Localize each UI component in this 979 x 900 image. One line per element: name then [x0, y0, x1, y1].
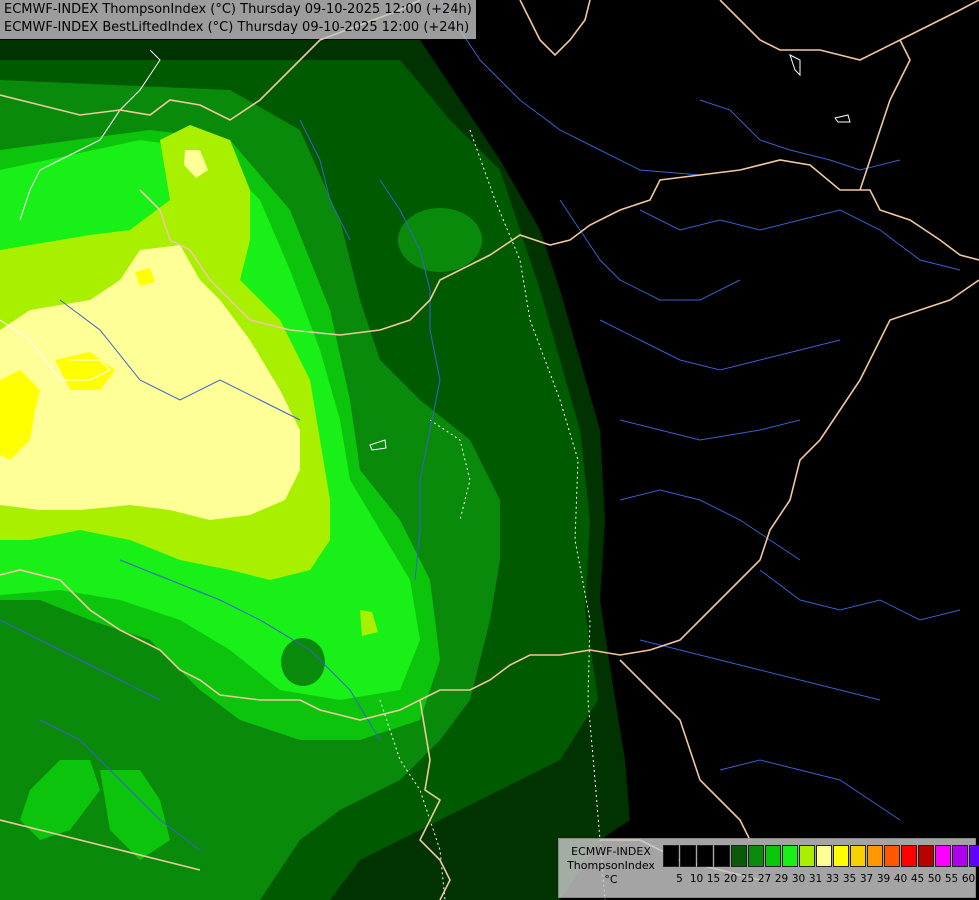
legend-swatch	[918, 845, 934, 867]
legend-variable: ThompsonIndex	[567, 859, 655, 872]
legend-tick: 35	[842, 873, 857, 885]
legend-tick: 30	[791, 873, 806, 885]
legend-ticks: 5 10 15 20 25 27 29 30 31 33 35 37 39 40 45 50 55 60	[663, 873, 977, 885]
legend-swatch	[697, 845, 713, 867]
legend-swatch	[816, 845, 832, 867]
legend-swatch	[952, 845, 968, 867]
legend-swatch	[782, 845, 798, 867]
legend-swatch	[765, 845, 781, 867]
legend-tick: 50	[927, 873, 942, 885]
legend-tick: 15	[706, 873, 721, 885]
legend-unit: °C	[604, 873, 618, 886]
map-title-box: ECMWF-INDEX ThompsonIndex (°C) Thursday …	[0, 0, 476, 39]
legend-swatch	[663, 845, 679, 867]
legend-swatch	[833, 845, 849, 867]
map-title-thompson: ECMWF-INDEX ThompsonIndex (°C) Thursday …	[4, 2, 472, 17]
legend-swatch	[850, 845, 866, 867]
legend-swatch	[901, 845, 917, 867]
field-green-blob	[398, 208, 482, 272]
legend-swatch	[748, 845, 764, 867]
field-darkgreen-island	[281, 638, 325, 686]
legend-tick: 33	[825, 873, 840, 885]
legend-tick: 60	[961, 873, 976, 885]
legend-swatch	[867, 845, 883, 867]
legend-tick: 31	[808, 873, 823, 885]
legend-tick: 20	[723, 873, 738, 885]
legend-swatch	[884, 845, 900, 867]
legend-tick: 10	[689, 873, 704, 885]
legend-tick: 29	[774, 873, 789, 885]
legend-tick: 37	[859, 873, 874, 885]
legend-swatch	[680, 845, 696, 867]
legend-label: ECMWF-INDEX ThompsonIndex °C	[563, 845, 659, 887]
legend-tick: 27	[757, 873, 772, 885]
weather-map	[0, 0, 979, 900]
legend-tick: 40	[893, 873, 908, 885]
legend-swatches	[663, 845, 979, 867]
legend-swatch	[935, 845, 951, 867]
legend-swatch	[714, 845, 730, 867]
legend-swatch	[969, 845, 979, 867]
legend-swatch	[799, 845, 815, 867]
legend-tick: 39	[876, 873, 891, 885]
map-title-lifted: ECMWF-INDEX BestLiftedIndex (°C) Thursda…	[4, 20, 470, 35]
legend-tick: 55	[944, 873, 959, 885]
legend-tick: 5	[676, 873, 683, 885]
legend-swatch	[731, 845, 747, 867]
colorbar-legend: ECMWF-INDEX ThompsonIndex °C 5 10 15 20 25 27…	[558, 838, 979, 898]
legend-tick: 25	[740, 873, 755, 885]
legend-model: ECMWF-INDEX	[571, 845, 651, 858]
legend-tick: 45	[910, 873, 925, 885]
